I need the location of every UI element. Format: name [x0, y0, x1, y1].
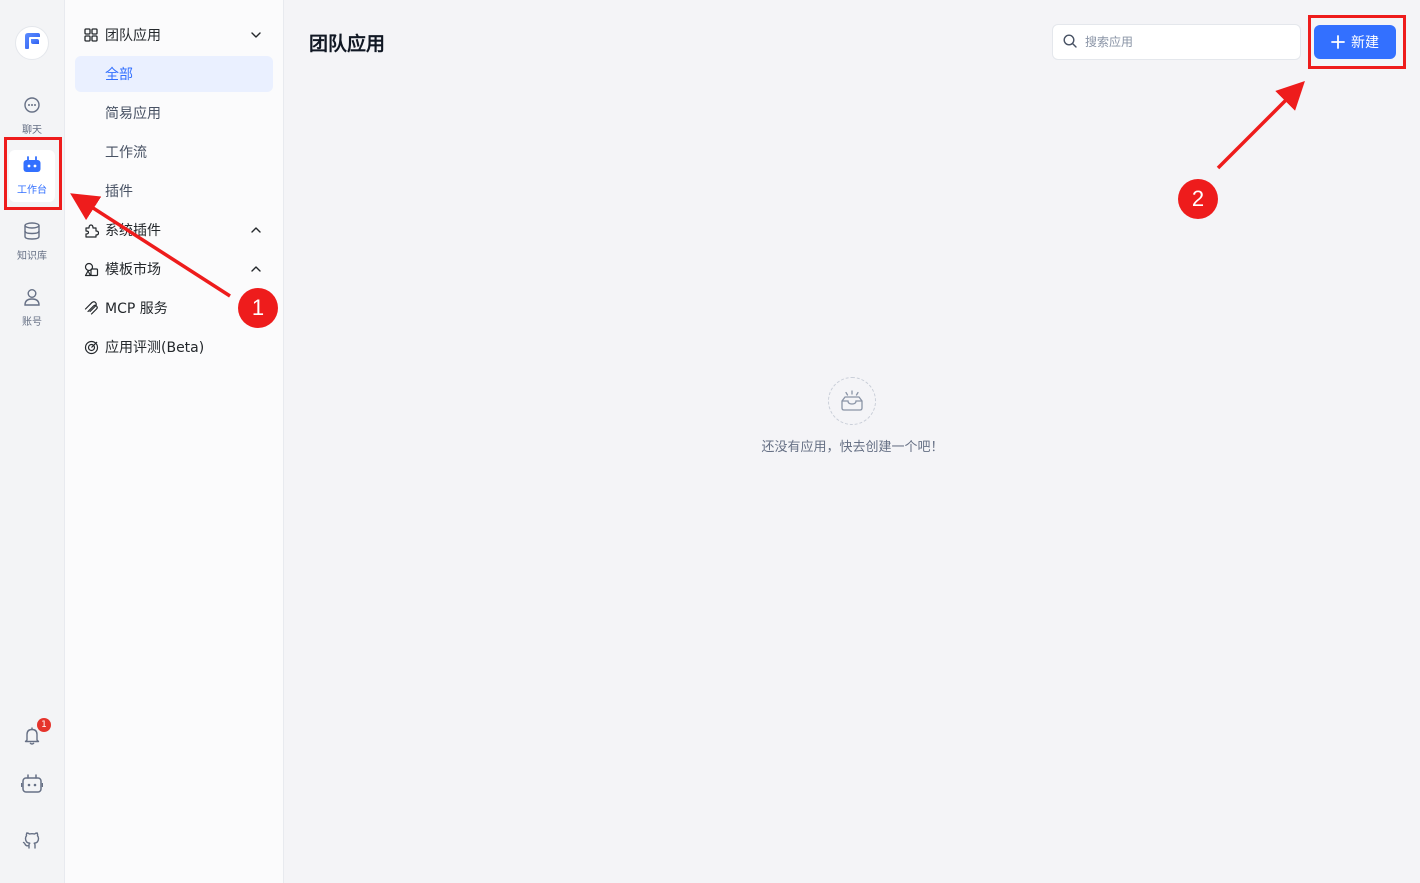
robot-icon: [20, 774, 44, 798]
nav-sub-simple-apps[interactable]: 简易应用: [75, 95, 273, 131]
github-icon: [22, 830, 42, 854]
search-input[interactable]: [1085, 35, 1285, 49]
rail-item-label: 账号: [22, 317, 42, 328]
nav-sub-all[interactable]: 全部: [75, 56, 273, 92]
user-icon: [23, 288, 41, 310]
main-content: 团队应用 新建 还没有应用，快去创建一个吧！: [285, 0, 1420, 883]
chat-icon: [23, 96, 41, 118]
step-badge-1: 1: [238, 288, 278, 328]
nav-mcp-service-label: MCP 服务: [105, 301, 168, 317]
shapes-icon: [83, 261, 99, 277]
search-icon: [1063, 33, 1077, 52]
rail-item-account[interactable]: 账号: [9, 282, 55, 334]
nav-sub-plugins[interactable]: 插件: [75, 173, 273, 209]
search-box[interactable]: [1052, 24, 1301, 60]
chevron-down-icon: [249, 28, 263, 42]
grid-icon: [83, 27, 99, 43]
chevron-up-icon: [249, 223, 263, 237]
nav-system-plugins-label: 系统插件: [105, 223, 161, 239]
highlight-box-workbench: [4, 137, 62, 210]
nav-app-eval-label: 应用评测(Beta): [105, 340, 205, 356]
notification-badge: 1: [37, 718, 51, 732]
bot-button[interactable]: [16, 770, 48, 802]
database-icon: [23, 222, 41, 244]
nav-template-market[interactable]: 模板市场: [75, 251, 273, 287]
step-badge-2: 2: [1178, 179, 1218, 219]
empty-state-icon: [828, 377, 876, 425]
nav-system-plugins[interactable]: 系统插件: [75, 212, 273, 248]
logo-icon: [21, 30, 43, 56]
notifications-button[interactable]: 1: [16, 718, 51, 754]
rail-item-knowledge-base[interactable]: 知识库: [9, 216, 55, 268]
nav-app-eval[interactable]: 应用评测(Beta): [75, 329, 273, 365]
rail-item-label: 聊天: [22, 125, 42, 136]
page-title: 团队应用: [309, 33, 386, 55]
app-logo[interactable]: [15, 26, 49, 60]
rail-item-chat[interactable]: 聊天: [9, 90, 55, 142]
rail-item-label: 知识库: [17, 251, 47, 262]
nav-template-market-label: 模板市场: [105, 262, 161, 278]
nav-team-apps[interactable]: 团队应用: [75, 17, 273, 53]
target-icon: [83, 339, 99, 355]
nav-sidebar: 团队应用 全部 简易应用 工作流 插件 系统插件 模板市场 MCP 服务 应用评…: [65, 0, 284, 883]
highlight-box-new-button: [1308, 15, 1406, 69]
nav-team-apps-label: 团队应用: [105, 28, 161, 44]
chevron-up-icon: [249, 262, 263, 276]
github-button[interactable]: [16, 826, 48, 858]
mcp-icon: [83, 300, 99, 316]
icon-rail: 聊天 工作台 知识库 账号 1: [0, 0, 65, 883]
empty-state-text: 还没有应用，快去创建一个吧！: [761, 440, 944, 455]
nav-sub-workflow[interactable]: 工作流: [75, 134, 273, 170]
puzzle-icon: [83, 222, 99, 238]
